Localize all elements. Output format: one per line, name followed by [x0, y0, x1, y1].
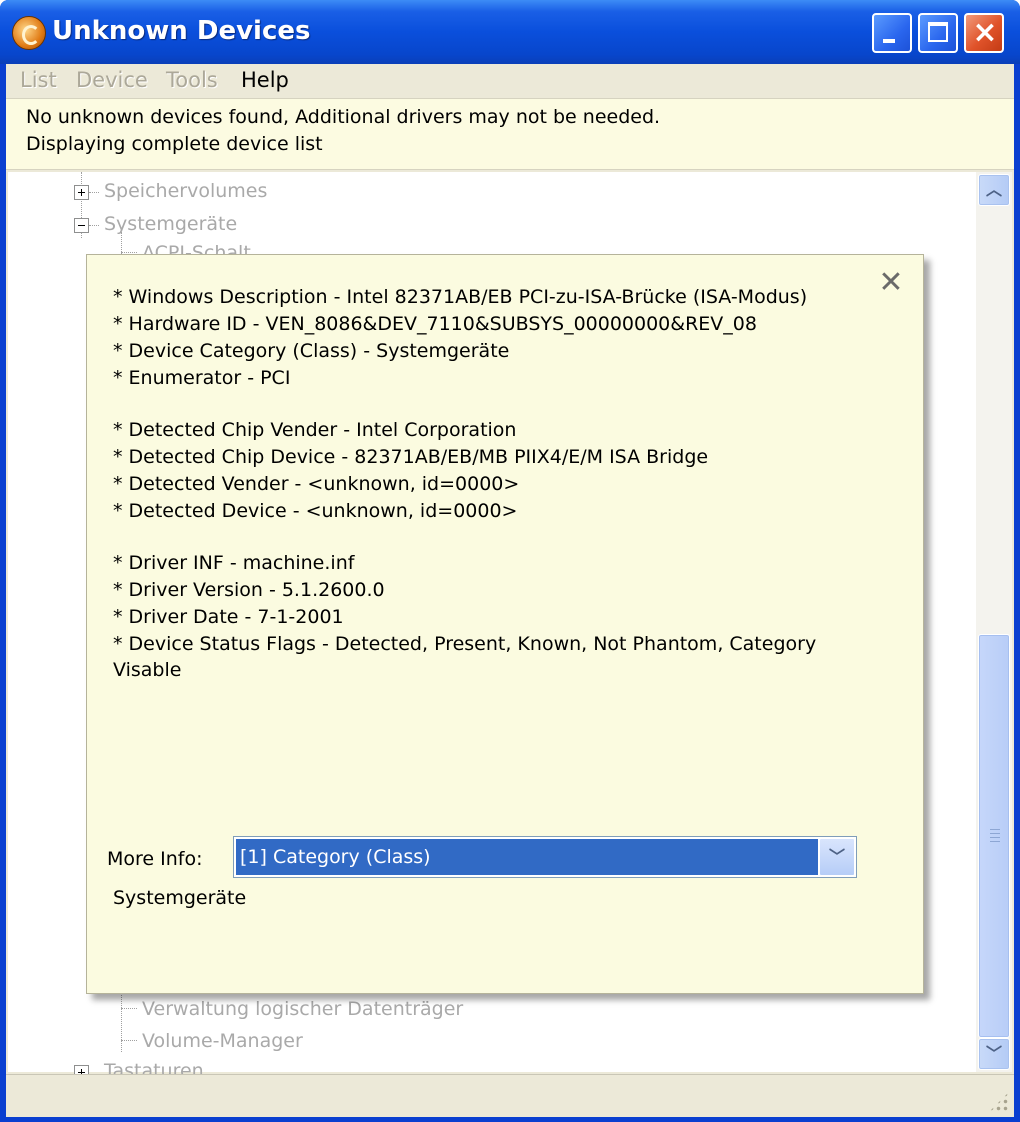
detail-hardware-id: * Hardware ID - VEN_8086&DEV_7110&SUBSYS…	[113, 313, 757, 335]
chevron-down-icon[interactable]: ﹀	[819, 838, 855, 876]
detail-driver-version: * Driver Version - 5.1.2600.0	[113, 579, 385, 601]
resize-grip-icon[interactable]	[988, 1091, 1010, 1113]
tree-connector	[121, 1040, 137, 1041]
status-bar	[6, 1074, 1014, 1117]
detail-enumerator: * Enumerator - PCI	[113, 367, 291, 389]
grip-line	[990, 829, 1000, 830]
title-bar[interactable]: Unknown Devices ×	[0, 0, 1020, 64]
more-info-label: More Info:	[107, 848, 203, 870]
tree-connector	[121, 1008, 137, 1009]
menu-device[interactable]: Device	[76, 68, 148, 92]
chevron-down-icon: ﹀	[985, 1044, 1002, 1063]
popup-close-icon[interactable]: ✕	[877, 268, 905, 298]
detail-status-flags: * Device Status Flags - Detected, Presen…	[113, 633, 817, 655]
expand-icon[interactable]	[74, 185, 89, 200]
detail-vender: * Detected Vender - <unknown, id=0000>	[113, 473, 520, 495]
scroll-up-button[interactable]: ︿	[978, 174, 1010, 206]
maximize-button[interactable]	[918, 13, 958, 53]
window-title: Unknown Devices	[52, 16, 311, 46]
menu-tools[interactable]: Tools	[166, 68, 218, 92]
detail-driver-date: * Driver Date - 7-1-2001	[113, 606, 344, 628]
app-window: Unknown Devices × List Device Tools Help…	[0, 0, 1020, 1122]
menu-help[interactable]: Help	[241, 68, 289, 92]
menu-list[interactable]: List	[20, 68, 57, 92]
tree-connector	[89, 225, 99, 226]
app-icon[interactable]	[12, 16, 46, 50]
banner-status-text: No unknown devices found, Additional dri…	[26, 106, 661, 128]
detail-chip-device: * Detected Chip Device - 82371AB/EB/MB P…	[113, 446, 709, 468]
tree-item-volume-manager[interactable]: Volume-Manager	[142, 1030, 303, 1052]
collapse-icon[interactable]	[74, 218, 89, 233]
more-info-value: Systemgeräte	[113, 887, 247, 909]
more-info-selected[interactable]: [1] Category (Class)	[236, 839, 818, 875]
banner-display-text: Displaying complete device list	[26, 133, 323, 155]
more-info-dropdown[interactable]: [1] Category (Class) ﹀	[233, 836, 857, 878]
vertical-scrollbar[interactable]: ︿ ﹀	[976, 172, 1012, 1072]
tree-item-systemgeraete[interactable]: Systemgeräte	[104, 213, 237, 235]
tree-item-verwaltung[interactable]: Verwaltung logischer Datenträger	[142, 998, 463, 1020]
detail-device-category: * Device Category (Class) - Systemgeräte	[113, 340, 510, 362]
maximize-icon	[928, 22, 948, 42]
tree-connector	[89, 192, 99, 193]
scroll-down-button[interactable]: ﹀	[978, 1038, 1010, 1070]
minimize-icon	[883, 39, 895, 43]
close-button[interactable]: ×	[964, 13, 1004, 53]
device-details-popup: ✕ * Windows Description - Intel 82371AB/…	[86, 254, 924, 994]
grip-line	[990, 837, 1000, 838]
detail-windows-description: * Windows Description - Intel 82371AB/EB…	[113, 286, 808, 308]
detail-status-flags-cont: Visable	[113, 659, 182, 681]
detail-driver-inf: * Driver INF - machine.inf	[113, 552, 355, 574]
detail-device: * Detected Device - <unknown, id=0000>	[113, 500, 518, 522]
grip-line	[990, 841, 1000, 842]
scroll-thumb[interactable]	[978, 634, 1010, 1038]
tree-item-speichervolumes[interactable]: Speichervolumes	[104, 180, 267, 202]
tree-connector	[121, 252, 137, 253]
chevron-up-icon: ︿	[985, 180, 1002, 199]
minimize-button[interactable]	[872, 13, 912, 53]
close-icon: ×	[972, 15, 998, 50]
detail-chip-vender: * Detected Chip Vender - Intel Corporati…	[113, 419, 517, 441]
menu-bar: List Device Tools Help	[6, 64, 1014, 98]
grip-line	[990, 833, 1000, 834]
info-banner: No unknown devices found, Additional dri…	[6, 98, 1014, 170]
